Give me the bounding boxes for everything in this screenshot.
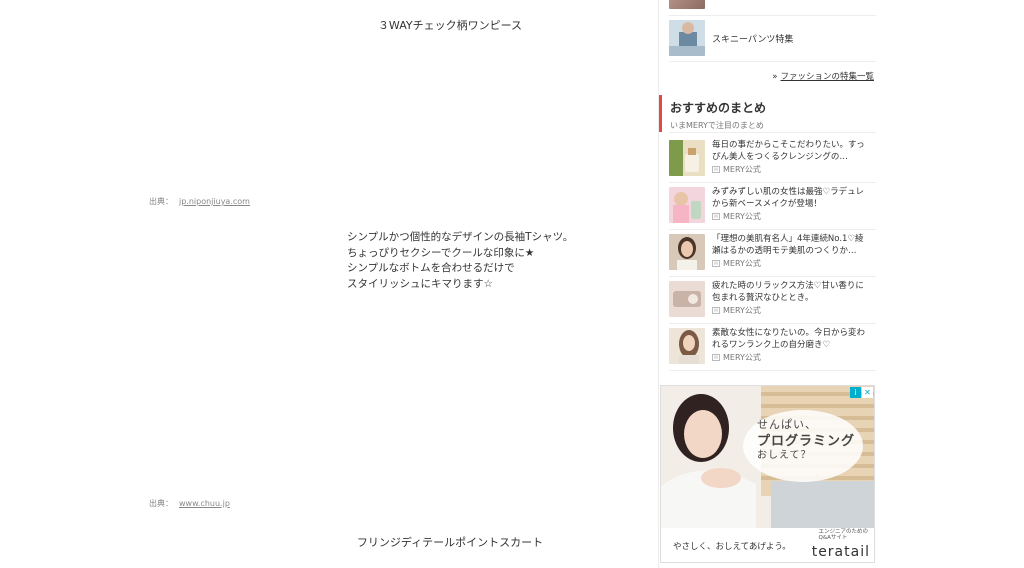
section-title: おすすめのまとめ <box>670 101 767 115</box>
ad-choices: i ✕ <box>849 387 873 398</box>
article-thumbnail <box>669 187 705 223</box>
adchoices-info-icon[interactable]: i <box>850 387 861 398</box>
divider <box>669 182 876 183</box>
item-title-dress: ３WAYチェック柄ワンピース <box>377 19 523 32</box>
recommended-section-header: おすすめのまとめ いまMERYで注目のまとめ <box>659 95 877 132</box>
ad-footer: やさしく、おしえてあげよう。 エンジニアのための Q&Aサイト teratail <box>661 528 874 562</box>
source-credit-2: 出典： www.chuu.jp <box>149 498 230 509</box>
article-thumbnail <box>669 234 705 270</box>
source-link-2[interactable]: www.chuu.jp <box>179 499 230 508</box>
article-thumbnail <box>669 328 705 364</box>
article-source: MERY公式 <box>723 259 761 268</box>
mery-logo-icon: M <box>712 213 720 220</box>
article-item[interactable]: 「理想の美肌有名人」4年連続No.1♡綾瀬はるかの透明モテ美肌のつくりか… M … <box>669 233 875 280</box>
section-subtitle: いまMERYで注目のまとめ <box>670 121 764 130</box>
article-title: みずみずしい肌の女性は最強♡ラデュレから新ベースメイクが登場！ <box>712 187 864 209</box>
teratail-logo: teratail <box>811 544 870 560</box>
article-title: 「理想の美肌有名人」4年連続No.1♡綾瀬はるかの透明モテ美肌のつくりか… <box>712 234 864 256</box>
divider <box>669 229 876 230</box>
feature-thumbnail <box>669 20 705 56</box>
divider <box>669 61 876 62</box>
relaxation-photo <box>669 281 705 317</box>
bullet-icon: » <box>772 72 778 82</box>
main-content: ３WAYチェック柄ワンピース 出典： jp.niponjiuya.com シンプル… <box>0 0 658 568</box>
article-source: MERY公式 <box>723 212 761 221</box>
article-thumbnail <box>669 281 705 317</box>
description-line: スタイリッシュにキマります☆ <box>347 277 493 290</box>
article-source: MERY公式 <box>723 353 761 362</box>
feature-item-skinny-pants[interactable]: スキニーパンツ特集 <box>669 20 876 56</box>
item-title-skirt: フリンジディテールポイントスカート <box>356 536 544 549</box>
source-link-1[interactable]: jp.niponjiuya.com <box>179 197 250 206</box>
article-title: 毎日の事だからこそこだわりたい。すっぴん美人をつくるクレンジングの… <box>712 140 865 162</box>
source-label: 出典： <box>149 499 173 508</box>
item-description: シンプルかつ個性的なデザインの長袖Tシャツ。 ちょっぴりセクシーでクールな印象に… <box>347 230 573 292</box>
mery-logo-icon: M <box>712 166 720 173</box>
article-item[interactable]: 素敵な女性になりたいの。今日から変われるワンランク上の自分磨き♡ M MERY公… <box>669 327 875 374</box>
actress-portrait-photo <box>669 234 705 270</box>
mery-logo-icon: M <box>712 354 720 361</box>
skinny-pants-photo <box>669 20 705 56</box>
ad-tagline: やさしく、おしえてあげよう。 <box>673 542 791 552</box>
description-line: ちょっぴりセクシーでクールな印象に★ <box>347 246 535 259</box>
all-features-link-row: » ファッションの特集一覧 <box>772 70 874 82</box>
teratail-ad-banner[interactable]: せんぱい、 プログラミング おしえて？ やさしく、おしえてあげよう。 エンジニア… <box>660 385 875 563</box>
divider <box>669 276 876 277</box>
source-label: 出典： <box>149 197 173 206</box>
divider <box>669 15 876 16</box>
description-line: シンプルかつ個性的なデザインの長袖Tシャツ。 <box>347 231 574 243</box>
description-line: シンプルなボトムを合わせるだけで <box>347 262 515 274</box>
base-makeup-photo <box>669 187 705 223</box>
article-source: MERY公式 <box>723 306 761 315</box>
article-item[interactable]: みずみずしい肌の女性は最強♡ラデュレから新ベースメイクが登場！ M MERY公式 <box>669 186 875 233</box>
feature-label: スキニーパンツ特集 <box>712 34 794 45</box>
divider <box>669 323 876 324</box>
article-title: 疲れた時のリラックス方法♡甘い香りに包まれる贅沢なひととき。 <box>712 281 864 303</box>
woman-portrait-photo <box>669 328 705 364</box>
all-features-link[interactable]: ファッションの特集一覧 <box>780 72 874 82</box>
article-item[interactable]: 毎日の事だからこそこだわりたい。すっぴん美人をつくるクレンジングの… M MER… <box>669 139 875 186</box>
article-item[interactable]: 疲れた時のリラックス方法♡甘い香りに包まれる贅沢なひととき。 M MERY公式 <box>669 280 875 327</box>
article-source: MERY公式 <box>723 165 761 174</box>
source-credit-1: 出典： jp.niponjiuya.com <box>149 196 250 207</box>
divider <box>669 370 876 371</box>
mery-logo-icon: M <box>712 307 720 314</box>
article-thumbnail <box>669 140 705 176</box>
ad-headline-3: おしえて？ <box>757 450 812 461</box>
article-title: 素敵な女性になりたいの。今日から変われるワンランク上の自分磨き♡ <box>712 328 866 350</box>
feature-item-previous[interactable] <box>669 0 876 9</box>
mery-logo-icon: M <box>712 260 720 267</box>
close-ad-icon[interactable]: ✕ <box>862 387 873 398</box>
cleansing-photo <box>669 140 705 176</box>
ad-brand-subtitle: エンジニアのための Q&Aサイト <box>818 529 868 541</box>
feature-thumbnail <box>669 0 705 9</box>
divider <box>669 132 876 133</box>
